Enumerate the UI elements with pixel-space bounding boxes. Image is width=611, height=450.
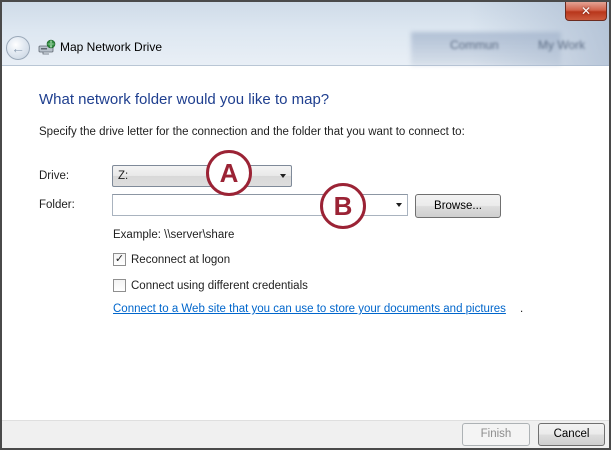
finish-button[interactable]: Finish xyxy=(462,423,530,446)
checkmark-icon: ✓ xyxy=(114,253,125,265)
credentials-label[interactable]: Connect using different credentials xyxy=(131,280,308,292)
callout-a: A xyxy=(206,150,252,196)
back-button[interactable]: ← xyxy=(6,36,30,60)
drive-select-value: Z: xyxy=(118,170,129,182)
background-text: Commun xyxy=(450,38,499,52)
callout-a-letter: A xyxy=(219,157,239,188)
network-drive-icon xyxy=(38,39,56,55)
reconnect-checkbox[interactable]: ✓ xyxy=(113,253,126,266)
back-arrow-icon: ← xyxy=(11,40,25,56)
chevron-down-icon[interactable] xyxy=(396,203,402,207)
reconnect-checkbox-row[interactable]: ✓ Reconnect at logon xyxy=(113,253,230,266)
credentials-checkbox-row[interactable]: Connect using different credentials xyxy=(113,279,308,292)
map-network-drive-window: Commun My Work ✕ ← Map Network Drive Wha… xyxy=(0,0,611,450)
reconnect-label[interactable]: Reconnect at logon xyxy=(131,254,230,266)
close-icon: ✕ xyxy=(580,4,592,18)
callout-b-letter: B xyxy=(333,190,353,221)
instruction-text: Specify the drive letter for the connect… xyxy=(39,126,465,138)
link-period: . xyxy=(520,303,524,315)
page-heading: What network folder would you like to ma… xyxy=(39,91,330,108)
folder-label: Folder: xyxy=(39,199,75,211)
drive-select[interactable]: Z: xyxy=(112,165,292,187)
chevron-down-icon xyxy=(280,174,286,178)
credentials-checkbox[interactable] xyxy=(113,279,126,292)
example-text: Example: \\server\share xyxy=(113,229,235,241)
cancel-button[interactable]: Cancel xyxy=(538,423,605,446)
drive-label: Drive: xyxy=(39,170,70,182)
callout-b: B xyxy=(320,183,366,229)
browse-button[interactable]: Browse... xyxy=(415,194,501,218)
window-title: Map Network Drive xyxy=(60,40,163,54)
background-text: My Work xyxy=(538,38,586,52)
close-button[interactable]: ✕ xyxy=(565,2,607,21)
title-bar: Commun My Work ✕ ← Map Network Drive xyxy=(2,2,609,66)
web-site-link[interactable]: Connect to a Web site that you can use t… xyxy=(113,303,506,315)
